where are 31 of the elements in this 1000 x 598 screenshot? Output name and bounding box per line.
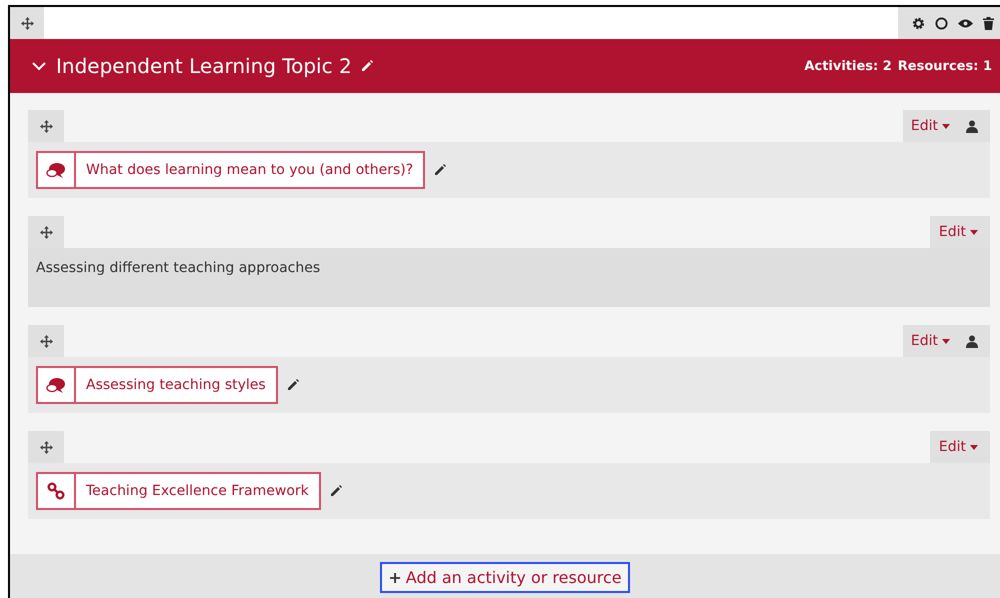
activity-link[interactable]: What does learning mean to you (and others)?: [36, 151, 426, 189]
pencil-icon[interactable]: [286, 378, 300, 392]
move-icon[interactable]: [40, 334, 52, 348]
edit-menu-button[interactable]: Edit: [902, 110, 990, 142]
section-title: Independent Learning Topic 2: [56, 54, 352, 78]
person-icon[interactable]: [966, 334, 978, 348]
gear-icon[interactable]: [912, 16, 925, 30]
edit-menu-button[interactable]: Edit: [902, 325, 990, 357]
circle-icon[interactable]: [935, 16, 948, 30]
pencil-icon[interactable]: [328, 484, 343, 498]
chain-link-icon: [47, 482, 65, 500]
person-icon[interactable]: [966, 120, 978, 132]
speech-bubbles-icon: [46, 162, 66, 178]
label-text: Assessing different teaching approaches: [28, 248, 990, 307]
eye-icon[interactable]: [958, 18, 973, 28]
edit-menu-button[interactable]: Edit: [930, 216, 990, 248]
activity-link[interactable]: Assessing teaching styles: [36, 366, 278, 404]
chevron-down-icon[interactable]: [32, 62, 46, 70]
pencil-icon[interactable]: [433, 163, 448, 177]
move-icon[interactable]: [20, 16, 34, 30]
move-icon[interactable]: [40, 226, 52, 238]
activity-link[interactable]: Teaching Excellence Framework: [36, 472, 321, 510]
move-icon[interactable]: [40, 440, 52, 454]
section-summary: Resources: 1: [898, 58, 992, 74]
add-activity-button[interactable]: + Add an activity or resource: [380, 562, 630, 592]
speech-bubbles-icon: [46, 376, 66, 394]
move-icon[interactable]: [40, 120, 52, 132]
edit-menu-button[interactable]: Edit: [930, 431, 990, 463]
pencil-icon[interactable]: [360, 59, 374, 73]
trash-icon[interactable]: [983, 16, 994, 30]
section-summary: Activities: 2: [804, 58, 892, 74]
